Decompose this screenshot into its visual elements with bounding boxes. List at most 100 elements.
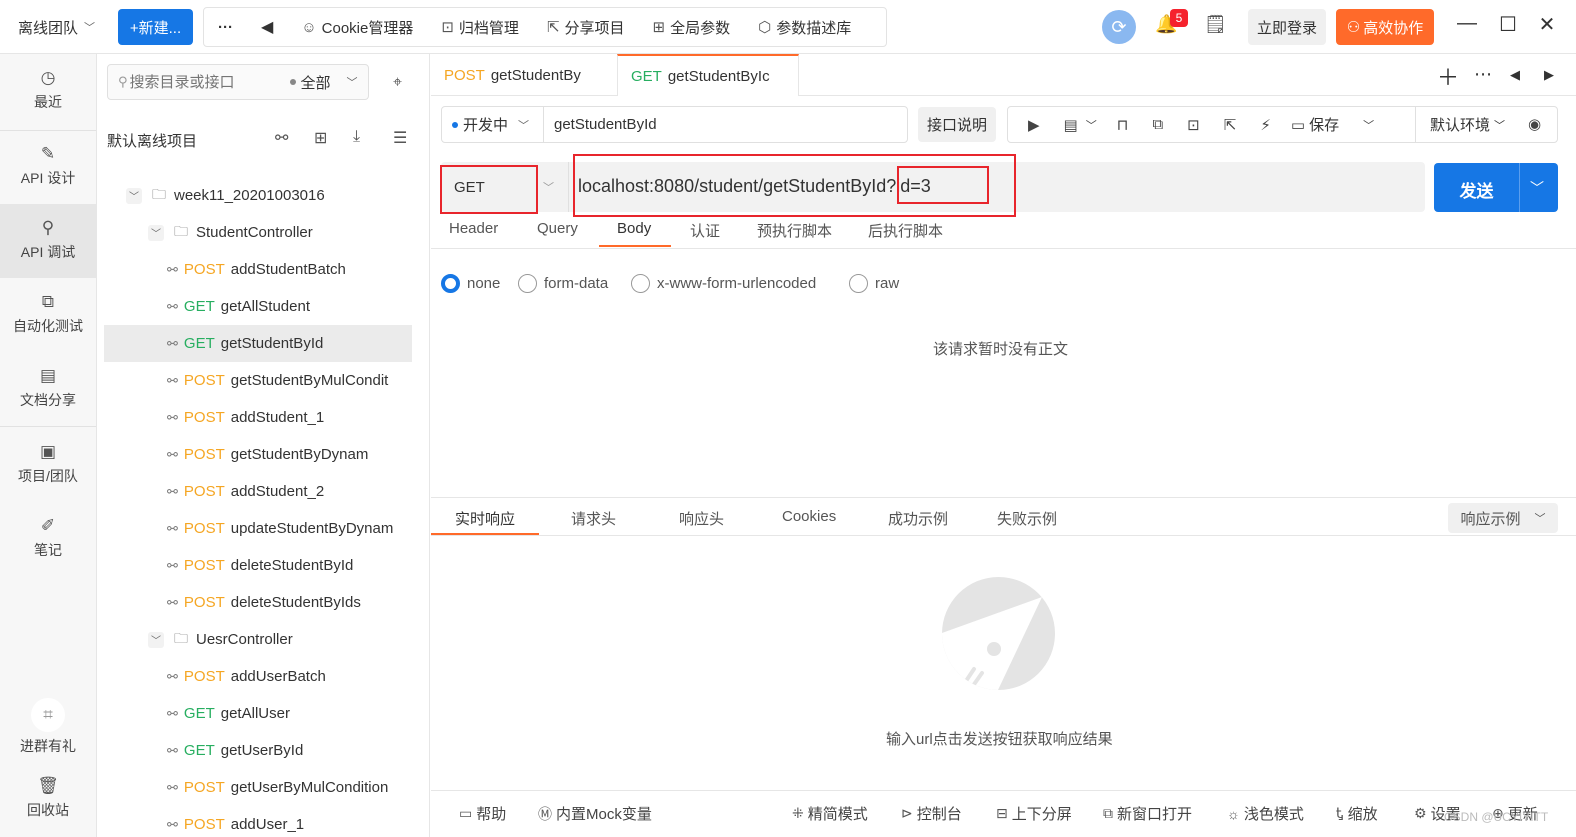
tree-api-item[interactable]: ⚯ GET getUserById: [104, 732, 412, 769]
tree-api-item[interactable]: ⚯ POST deleteStudentByIds: [104, 584, 412, 621]
locate-icon[interactable]: ⌖: [393, 74, 402, 92]
tab-cookies[interactable]: Cookies: [782, 508, 836, 525]
filter-select[interactable]: 全部 ﹀: [289, 72, 358, 93]
tab-body[interactable]: Body: [617, 220, 651, 237]
api-name-field[interactable]: getStudentById: [554, 116, 657, 133]
help-button[interactable]: ▭ 帮助: [459, 803, 506, 824]
tree-folder[interactable]: ﹀ 🗀 StudentController: [104, 214, 412, 251]
new-window-button[interactable]: ⧉ 新窗口打开: [1103, 803, 1192, 824]
chevron-down-icon[interactable]: ﹀: [1086, 117, 1097, 133]
login-button[interactable]: 立即登录: [1248, 9, 1326, 45]
tab-live-response[interactable]: 实时响应: [455, 508, 515, 529]
collab-button[interactable]: ⚇ 高效协作: [1336, 9, 1434, 45]
tab-get-getstudentbyid[interactable]: GET getStudentByIc: [617, 54, 799, 96]
api-description-button[interactable]: 接口说明: [918, 107, 996, 142]
rail-item-doc-share[interactable]: ▤ 文档分享: [0, 352, 96, 426]
tree-api-item[interactable]: ⚯ POST addUserBatch: [104, 658, 412, 695]
maximize-icon[interactable]: ☐: [1493, 12, 1523, 37]
new-button[interactable]: +新建...: [118, 9, 193, 45]
tree-api-item[interactable]: ⚯ GET getAllUser: [104, 695, 412, 732]
lock-icon[interactable]: ⊓: [1117, 116, 1129, 134]
import-icon[interactable]: ⤓: [353, 128, 360, 146]
tab-header[interactable]: Header: [449, 220, 498, 237]
tab-query[interactable]: Query: [537, 220, 578, 237]
rail-item-join-group[interactable]: ⌗ 进群有礼: [0, 694, 96, 768]
param-library-button[interactable]: ⬡ 参数描述库: [758, 17, 851, 38]
team-selector[interactable]: 离线团队 ﹀: [10, 10, 103, 44]
close-icon[interactable]: ✕: [1532, 12, 1562, 37]
tree-api-item[interactable]: ⚯ POST updateStudentByDynam: [104, 510, 412, 547]
more-icon[interactable]: ···: [218, 19, 233, 36]
chevron-down-icon[interactable]: ﹀: [148, 224, 164, 241]
tree-folder[interactable]: ﹀ 🗀 UesrController: [104, 621, 412, 658]
copy-icon[interactable]: ⧉: [1152, 116, 1163, 133]
back-icon[interactable]: ◀: [261, 17, 273, 37]
global-params-button[interactable]: ⊞ 全局参数: [653, 17, 731, 38]
zoom-button[interactable]: Ꮏ 缩放: [1336, 803, 1378, 824]
flash-icon[interactable]: ⚡: [1260, 116, 1271, 134]
response-example-select[interactable]: 响应示例 ﹀: [1448, 503, 1558, 533]
theme-button[interactable]: ☼ 浅色模式: [1227, 803, 1304, 824]
status-select[interactable]: 开发中 ﹀: [442, 107, 544, 142]
tree-api-item[interactable]: ⚯ POST getStudentByMulCondit: [104, 362, 412, 399]
tab-response-headers[interactable]: 响应头: [679, 508, 724, 529]
code-icon[interactable]: ⊡: [1187, 116, 1200, 134]
rail-item-project-team[interactable]: ▣ 项目/团队: [0, 428, 96, 502]
console-button[interactable]: ⊳ 控制台: [901, 803, 962, 824]
tree-api-item[interactable]: ⚯ POST addUser_1: [104, 806, 412, 837]
tab-request-headers[interactable]: 请求头: [571, 508, 616, 529]
environment-select[interactable]: 默认环境 ﹀: [1415, 107, 1525, 142]
add-api-icon[interactable]: ⚯: [275, 128, 288, 148]
tab-post-getstudentby[interactable]: POST getStudentBy: [431, 54, 617, 96]
more-icon[interactable]: ⋯: [1474, 64, 1492, 85]
sort-icon[interactable]: ☰: [393, 128, 407, 148]
doc-icon[interactable]: ▤: [1064, 116, 1078, 134]
add-tab-icon[interactable]: ＋: [1437, 60, 1459, 92]
body-type-form-data[interactable]: form-data: [518, 274, 608, 293]
tree-api-item[interactable]: ⚯ POST getStudentByDynam: [104, 436, 412, 473]
simple-mode-button[interactable]: ⁜ 精简模式: [792, 803, 868, 824]
tree-api-item[interactable]: ⚯ POST getUserByMulCondition: [104, 769, 412, 806]
tab-pre-script[interactable]: 预执行脚本: [757, 220, 832, 241]
search-input[interactable]: [129, 73, 280, 91]
note-icon[interactable]: 🗒: [1204, 14, 1227, 35]
tab-post-script[interactable]: 后执行脚本: [868, 220, 943, 241]
body-type-urlencoded[interactable]: x-www-form-urlencoded: [631, 274, 816, 293]
save-icon[interactable]: ▭: [1291, 116, 1305, 134]
share-project-button[interactable]: ⇱ 分享项目: [547, 17, 625, 38]
rail-item-notes[interactable]: ✐ 笔记: [0, 502, 96, 576]
tab-success-example[interactable]: 成功示例: [888, 508, 948, 529]
tree-api-item[interactable]: ⚯ POST addStudentBatch: [104, 251, 412, 288]
rail-item-auto-test[interactable]: ⧉ 自动化测试: [0, 278, 96, 352]
chevron-down-icon[interactable]: ﹀: [126, 187, 142, 204]
chevron-down-icon[interactable]: ﹀: [1363, 117, 1374, 133]
tab-fail-example[interactable]: 失败示例: [997, 508, 1057, 529]
run-icon[interactable]: ▶: [1028, 116, 1040, 134]
cookie-manager-button[interactable]: ☺ Cookie管理器: [301, 17, 413, 38]
tree-api-item[interactable]: ⚯ GET getStudentById: [104, 325, 412, 362]
tab-auth[interactable]: 认证: [690, 220, 720, 241]
tab-next-icon[interactable]: ▶: [1544, 67, 1554, 83]
minimize-icon[interactable]: —: [1452, 12, 1482, 35]
tree-folder[interactable]: ﹀ 🗀 week11_20201003016: [104, 177, 412, 214]
tab-prev-icon[interactable]: ◀: [1510, 67, 1520, 83]
export-icon[interactable]: ⇱: [1224, 116, 1237, 134]
rail-item-trash[interactable]: 🗑 回收站: [0, 762, 96, 836]
rail-item-api-debug[interactable]: ⚲ API 调试: [0, 204, 96, 278]
body-type-none[interactable]: none: [441, 274, 500, 293]
chevron-down-icon[interactable]: ﹀: [1530, 178, 1544, 198]
rail-item-api-design[interactable]: ✎ API 设计: [0, 130, 96, 204]
send-button[interactable]: 发送 ﹀: [1434, 163, 1558, 212]
split-view-button[interactable]: ⊟ 上下分屏: [996, 803, 1072, 824]
tree-api-item[interactable]: ⚯ POST deleteStudentById: [104, 547, 412, 584]
tree-api-item[interactable]: ⚯ POST addStudent_2: [104, 473, 412, 510]
add-folder-icon[interactable]: ⊞: [314, 128, 327, 148]
body-type-raw[interactable]: raw: [849, 274, 899, 293]
tree-api-item[interactable]: ⚯ POST addStudent_1: [104, 399, 412, 436]
sync-icon[interactable]: ⟳: [1102, 10, 1136, 44]
tree-api-item[interactable]: ⚯ GET getAllStudent: [104, 288, 412, 325]
eye-icon[interactable]: ◉: [1528, 115, 1541, 133]
rail-item-recent[interactable]: ◷ 最近: [0, 54, 96, 128]
archive-button[interactable]: ⊡ 归档管理: [441, 17, 519, 38]
mock-vars-button[interactable]: Ⓜ 内置Mock变量: [538, 803, 652, 824]
